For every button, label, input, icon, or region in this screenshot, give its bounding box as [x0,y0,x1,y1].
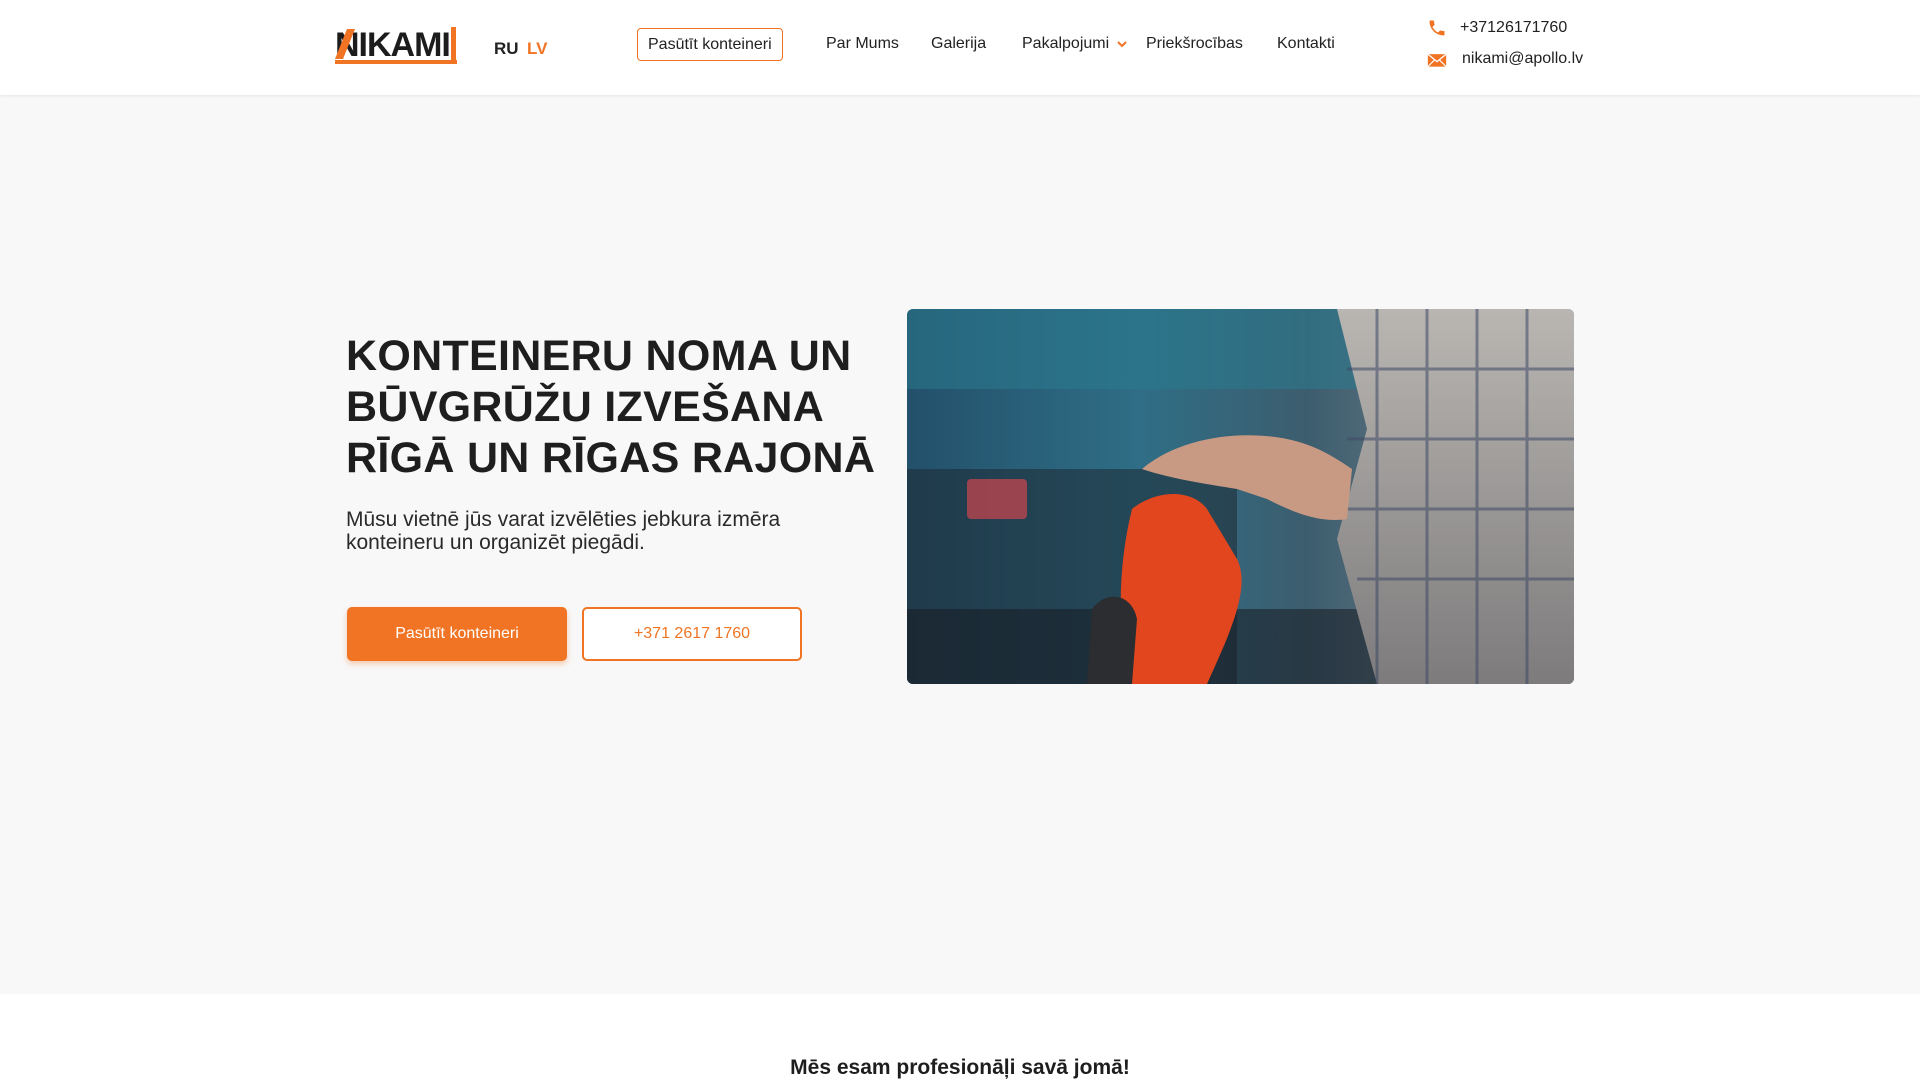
nav-priekrocibas[interactable]: Priekšrocības [1146,35,1243,53]
nav-galerija[interactable]: Galerija [931,35,986,53]
header-order-button[interactable]: Pasūtīt konteineri [637,28,783,61]
language-lv[interactable]: LV [527,39,547,59]
hero-worker-photo [907,309,1574,684]
order-container-button[interactable]: Pasūtīt konteineri [347,607,567,661]
call-phone-button[interactable]: +371 2617 1760 [582,607,802,661]
nav-pakalpojumi[interactable]: Pakalpojumi [1022,35,1109,53]
chevron-down-icon[interactable] [1117,39,1127,49]
nikami-logo[interactable]: NIKAMI [333,23,457,65]
nav-par-mums[interactable]: Par Mums [826,35,899,53]
header-email[interactable]: nikami@apollo.lv [1462,50,1583,68]
hero-title: KONTEINERU NOMA UN BŪVGRŪŽU IZVEŠANA RĪG… [346,332,876,482]
site-header: NIKAMI RU LV Pasūtīt konteineri Par Mums… [0,0,1920,95]
nav-kontakti[interactable]: Kontakti [1277,35,1335,53]
language-ru[interactable]: RU [494,39,519,59]
section-heading: Mēs esam profesionāļi savā jomā! [790,1056,1130,1079]
envelope-icon [1427,53,1447,68]
hero-subtitle: Mūsu vietnē jūs varat izvēlēties jebkura… [346,508,781,554]
phone-icon [1429,20,1445,36]
header-phone[interactable]: +37126171760 [1460,19,1567,37]
